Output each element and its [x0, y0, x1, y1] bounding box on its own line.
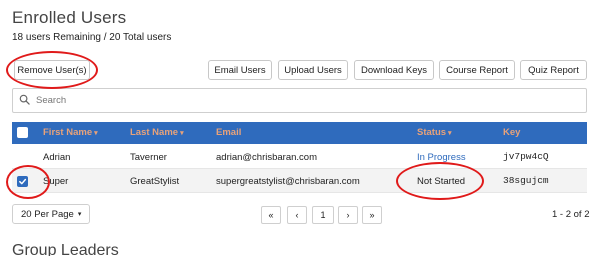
- chevron-down-icon: ▾: [77, 211, 82, 218]
- course-report-button[interactable]: Course Report: [439, 60, 515, 80]
- check-icon: [19, 178, 27, 185]
- sort-caret-icon: ▾: [448, 130, 452, 137]
- table-row: Super GreatStylist supergreatstylist@chr…: [12, 169, 587, 193]
- last-name-cell: GreatStylist: [130, 176, 180, 187]
- status-cell: Not Started: [417, 176, 466, 187]
- users-remaining-summary: 18 users Remaining / 20 Total users: [12, 32, 172, 43]
- last-name-cell: Taverner: [130, 152, 167, 163]
- page-title: Enrolled Users: [12, 8, 127, 27]
- column-header-last-name[interactable]: Last Name ▾: [130, 127, 184, 138]
- sort-caret-icon: ▾: [180, 130, 184, 137]
- previous-page-button[interactable]: ‹: [287, 206, 307, 224]
- status-link[interactable]: In Progress: [417, 152, 466, 163]
- table-row: Adrian Taverner adrian@chrisbaran.com In…: [12, 145, 587, 169]
- per-page-select[interactable]: 20 Per Page ▾: [12, 204, 90, 224]
- key-cell: 38sgujcm: [503, 175, 549, 186]
- upload-users-button[interactable]: Upload Users: [278, 60, 348, 80]
- table-header: First Name ▾ Last Name ▾ Email Status ▾ Key: [12, 122, 587, 144]
- sort-caret-icon: ▾: [94, 130, 98, 137]
- key-cell: jv7pw4cQ: [503, 151, 549, 162]
- remove-users-button[interactable]: Remove User(s): [14, 60, 90, 80]
- column-header-first-name[interactable]: First Name ▾: [43, 127, 98, 138]
- group-leaders-heading: Group Leaders: [12, 242, 119, 256]
- search-icon: [19, 92, 30, 110]
- next-page-button[interactable]: ›: [338, 206, 358, 224]
- search-input[interactable]: [36, 95, 536, 106]
- email-cell: supergreatstylist@chrisbaran.com: [216, 176, 360, 187]
- select-all-checkbox[interactable]: [17, 127, 28, 138]
- download-keys-button[interactable]: Download Keys: [354, 60, 434, 80]
- email-users-button[interactable]: Email Users: [208, 60, 272, 80]
- email-cell: adrian@chrisbaran.com: [216, 152, 317, 163]
- column-header-key[interactable]: Key: [503, 127, 520, 138]
- row-checkbox[interactable]: [17, 176, 28, 187]
- column-header-status[interactable]: Status ▾: [417, 127, 452, 138]
- first-page-button[interactable]: «: [261, 206, 281, 224]
- first-name-cell: Adrian: [43, 152, 71, 163]
- last-page-button[interactable]: »: [362, 206, 382, 224]
- result-count: 1 - 2 of 2: [552, 209, 590, 220]
- search-box: [12, 88, 587, 113]
- column-header-email[interactable]: Email: [216, 127, 241, 138]
- current-page-button[interactable]: 1: [312, 206, 334, 224]
- first-name-cell: Super: [43, 176, 69, 187]
- quiz-report-button[interactable]: Quiz Report: [520, 60, 587, 80]
